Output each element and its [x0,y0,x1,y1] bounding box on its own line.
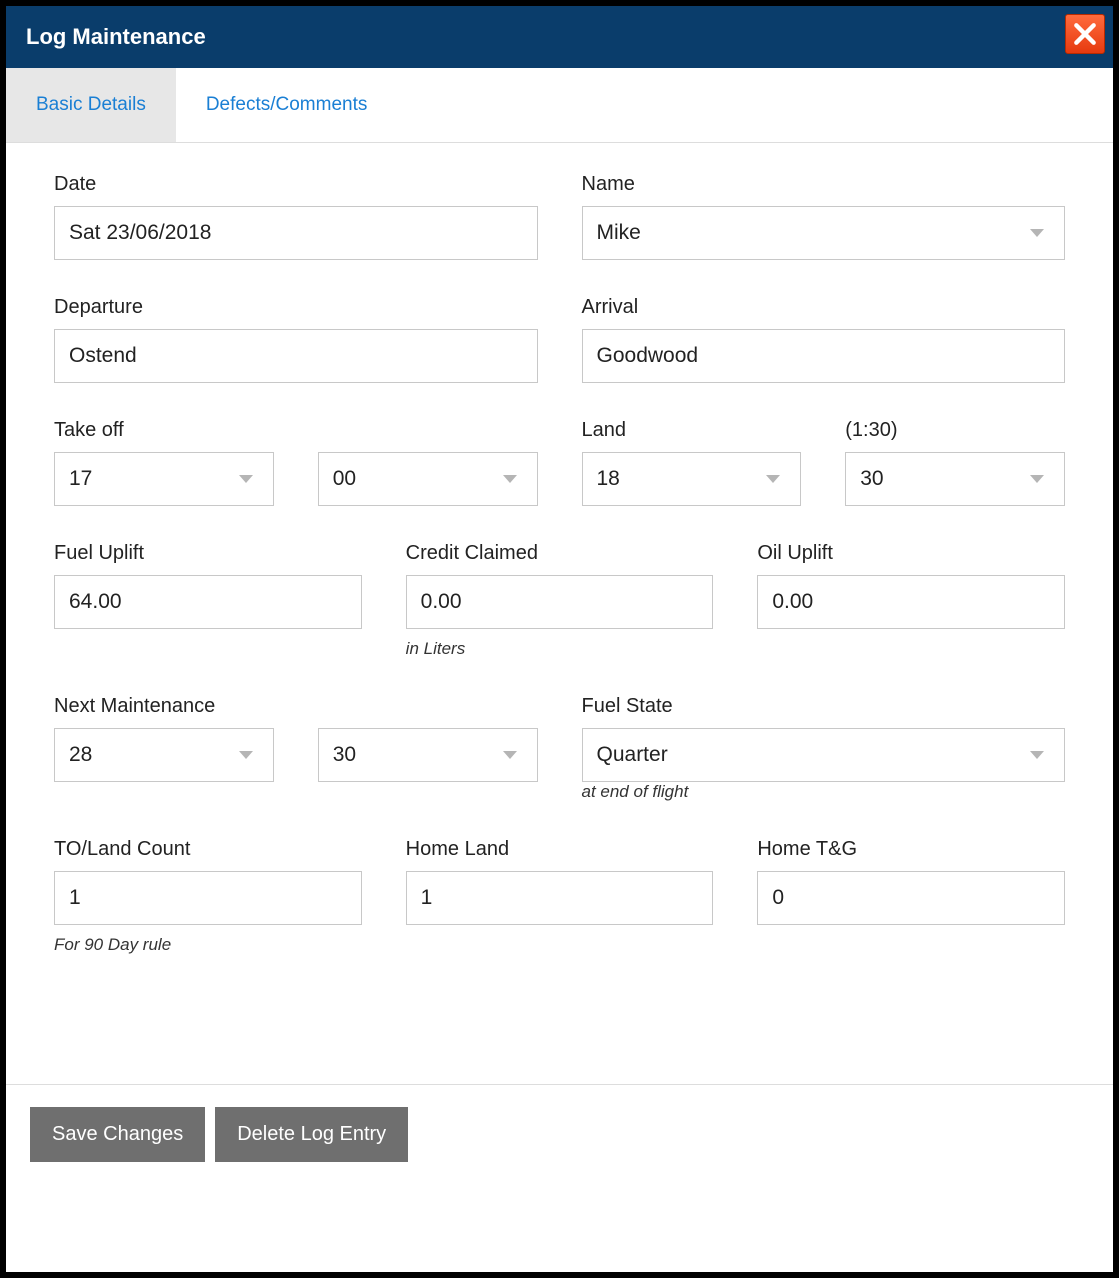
takeoff-label: Take off [54,419,538,442]
window-title: Log Maintenance [26,24,206,49]
to-land-count-hint: For 90 Day rule [54,935,362,955]
fuel-uplift-input[interactable]: 64.00 [54,575,362,629]
date-value: Sat 23/06/2018 [69,221,211,245]
to-land-count-input[interactable]: 1 [54,871,362,925]
home-tg-input[interactable]: 0 [757,871,1065,925]
form-body: Date Sat 23/06/2018 Name Mike Departure … [6,143,1113,985]
titlebar: Log Maintenance [6,6,1113,68]
oil-uplift-value: 0.00 [772,590,813,614]
land-hour-value: 18 [597,467,620,491]
log-maintenance-window: Log Maintenance Basic Details Defects/Co… [6,6,1113,1272]
takeoff-hour-select[interactable]: 17 [54,452,274,506]
footer: Save Changes Delete Log Entry [6,1084,1113,1272]
chevron-down-icon [503,475,517,483]
home-land-value: 1 [421,886,433,910]
chevron-down-icon [1030,475,1044,483]
arrival-input[interactable]: Goodwood [582,329,1066,383]
tab-defects-comments[interactable]: Defects/Comments [176,68,398,142]
fuel-state-select[interactable]: Quarter [582,728,1066,782]
credit-claimed-hint: in Liters [406,639,714,659]
fuel-state-label: Fuel State [582,695,1066,718]
home-land-label: Home Land [406,838,714,861]
tab-basic-details[interactable]: Basic Details [6,68,176,142]
tabs: Basic Details Defects/Comments [6,68,1113,143]
departure-value: Ostend [69,344,137,368]
oil-uplift-input[interactable]: 0.00 [757,575,1065,629]
takeoff-min-value: 00 [333,467,356,491]
land-hour-select[interactable]: 18 [582,452,802,506]
takeoff-min-select[interactable]: 00 [318,452,538,506]
chevron-down-icon [503,751,517,759]
duration-label: (1:30) [845,419,1065,442]
next-maintenance-a-select[interactable]: 28 [54,728,274,782]
home-tg-label: Home T&G [757,838,1065,861]
close-icon [1072,21,1098,47]
chevron-down-icon [239,475,253,483]
next-maintenance-a-value: 28 [69,743,92,767]
chevron-down-icon [1030,751,1044,759]
credit-claimed-label: Credit Claimed [406,542,714,565]
takeoff-hour-value: 17 [69,467,92,491]
departure-label: Departure [54,296,538,319]
land-min-value: 30 [860,467,883,491]
next-maintenance-b-select[interactable]: 30 [318,728,538,782]
credit-claimed-input[interactable]: 0.00 [406,575,714,629]
save-button[interactable]: Save Changes [30,1107,205,1162]
name-label: Name [582,173,1066,196]
fuel-state-value: Quarter [597,743,668,767]
next-maintenance-b-value: 30 [333,743,356,767]
credit-claimed-value: 0.00 [421,590,462,614]
oil-uplift-label: Oil Uplift [757,542,1065,565]
arrival-value: Goodwood [597,344,699,368]
fuel-state-hint: at end of flight [582,782,689,801]
date-input[interactable]: Sat 23/06/2018 [54,206,538,260]
arrival-label: Arrival [582,296,1066,319]
next-maintenance-label: Next Maintenance [54,695,538,718]
fuel-uplift-label: Fuel Uplift [54,542,362,565]
date-label: Date [54,173,538,196]
delete-button[interactable]: Delete Log Entry [215,1107,408,1162]
to-land-count-label: TO/Land Count [54,838,362,861]
close-button[interactable] [1065,14,1105,54]
chevron-down-icon [766,475,780,483]
land-min-select[interactable]: 30 [845,452,1065,506]
fuel-uplift-value: 64.00 [69,590,122,614]
departure-input[interactable]: Ostend [54,329,538,383]
chevron-down-icon [239,751,253,759]
home-land-input[interactable]: 1 [406,871,714,925]
to-land-count-value: 1 [69,886,81,910]
home-tg-value: 0 [772,886,784,910]
name-select[interactable]: Mike [582,206,1066,260]
land-label: Land [582,419,802,442]
name-value: Mike [597,221,641,245]
chevron-down-icon [1030,229,1044,237]
